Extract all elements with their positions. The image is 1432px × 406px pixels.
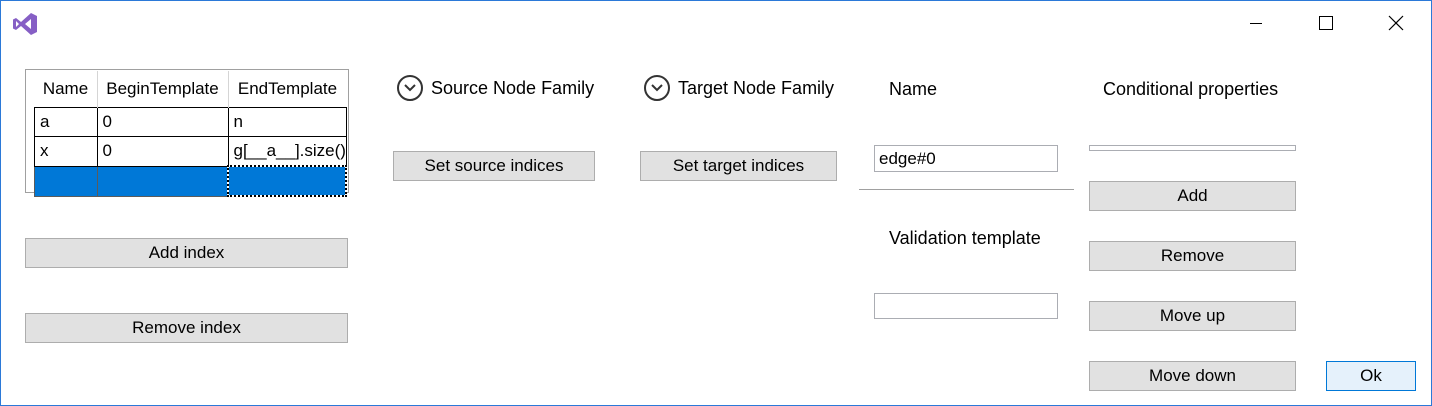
chevron-down-icon[interactable] [397,75,423,101]
target-node-family-label: Target Node Family [678,77,835,98]
grid-cell-end[interactable] [226,165,348,197]
close-icon [1388,15,1404,31]
table-row[interactable]: a 0 n [34,107,347,137]
grid-cell-name[interactable]: a [34,107,98,137]
remove-button[interactable]: Remove [1089,241,1296,271]
maximize-icon [1319,16,1333,30]
minimize-button[interactable] [1221,1,1291,45]
column-header-begin-template[interactable]: BeginTemplate [97,71,229,108]
validation-template-label: Validation template [889,228,1041,248]
source-node-family-expander[interactable]: Source Node Family [397,75,594,101]
table-row[interactable]: x 0 g[__a__].size() [34,136,347,167]
grid-cell-end[interactable]: n [227,107,347,137]
minimize-icon [1250,23,1262,24]
grid-cell-name[interactable] [34,165,98,197]
dialog-window: Name BeginTemplate EndTemplate a 0 n x 0… [0,0,1432,406]
add-button[interactable]: Add [1089,181,1296,211]
move-up-button[interactable]: Move up [1089,301,1296,331]
chevron-down-icon[interactable] [644,75,670,101]
column-header-name[interactable]: Name [34,71,98,108]
table-row-new-selected[interactable] [34,165,348,197]
grid-cell-begin[interactable]: 0 [96,136,229,167]
conditional-properties-label: Conditional properties [1103,79,1279,99]
target-node-family-expander[interactable]: Target Node Family [644,75,834,101]
grid-header-row: Name BeginTemplate EndTemplate [34,71,347,108]
grid-cell-begin[interactable] [96,165,229,197]
separator [859,189,1074,190]
visual-studio-logo-icon [12,11,38,37]
move-down-button[interactable]: Move down [1089,361,1296,391]
add-index-button[interactable]: Add index [25,238,348,268]
remove-index-button[interactable]: Remove index [25,313,348,343]
column-header-end-template[interactable]: EndTemplate [228,71,346,108]
conditional-properties-list[interactable] [1089,145,1296,151]
indices-table: Name BeginTemplate EndTemplate a 0 n x 0… [34,71,348,197]
set-source-indices-button[interactable]: Set source indices [393,151,595,181]
ok-button[interactable]: Ok [1326,361,1416,391]
name-label: Name [889,79,938,99]
indices-grid[interactable]: Name BeginTemplate EndTemplate a 0 n x 0… [25,69,349,197]
close-button[interactable] [1361,1,1431,45]
validation-template-input[interactable] [874,293,1058,319]
name-input[interactable] [874,145,1058,172]
title-bar[interactable] [1,1,1431,45]
grid-cell-begin[interactable]: 0 [96,107,229,137]
set-target-indices-button[interactable]: Set target indices [640,151,837,181]
grid-cell-end[interactable]: g[__a__].size() [227,136,347,167]
maximize-button[interactable] [1291,1,1361,45]
source-node-family-label: Source Node Family [431,77,595,98]
grid-cell-name[interactable]: x [34,136,98,167]
